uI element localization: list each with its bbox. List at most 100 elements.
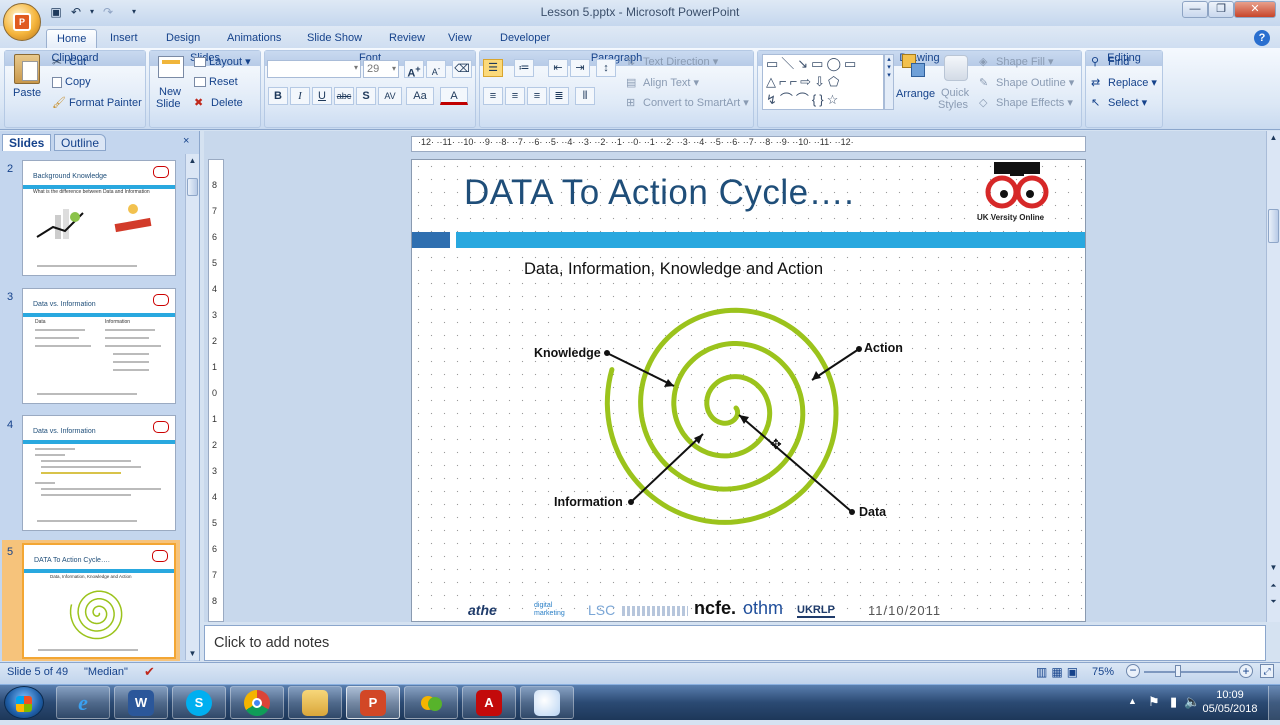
clear-format-icon[interactable]: ⌫ bbox=[452, 60, 472, 78]
normal-view-icon[interactable]: ▥ bbox=[1036, 665, 1051, 679]
tab-design[interactable]: Design bbox=[156, 29, 210, 48]
align-text-button[interactable]: ▤ Align Text ▾ bbox=[626, 76, 699, 90]
bullets-button[interactable]: ☰ bbox=[483, 59, 503, 77]
tab-view[interactable]: View bbox=[438, 29, 482, 48]
layout-button[interactable]: Layout ▾ bbox=[194, 55, 251, 68]
slide-sorter-icon[interactable]: ▦ bbox=[1051, 665, 1066, 679]
character-spacing-button[interactable]: AV bbox=[378, 87, 402, 105]
view-buttons[interactable]: ▥▦▣ bbox=[1036, 665, 1082, 679]
shapes-gallery-scroll[interactable]: ▴ ▾ ▾ bbox=[884, 54, 894, 110]
scroll-up-arrow[interactable]: ▲ bbox=[186, 154, 199, 167]
replace-button[interactable]: ⇄ Replace ▾ bbox=[1091, 76, 1157, 90]
slide-thumb-3[interactable]: Data vs. Information Data Information bbox=[22, 288, 176, 404]
font-size-combo[interactable]: 29 ▾ bbox=[363, 60, 399, 78]
minimize-button[interactable]: — bbox=[1182, 1, 1208, 18]
taskbar-powerpoint[interactable]: P bbox=[346, 686, 400, 719]
taskbar-paint[interactable] bbox=[520, 686, 574, 719]
label-data[interactable]: Data bbox=[859, 505, 886, 519]
font-size-dropdown-icon[interactable]: ▾ bbox=[392, 61, 396, 77]
shape-effects-button[interactable]: ◇ Shape Effects ▾ bbox=[979, 96, 1073, 110]
underline-button[interactable]: U bbox=[312, 87, 332, 105]
taskbar-acrobat[interactable]: A bbox=[462, 686, 516, 719]
paste-button[interactable]: Paste bbox=[10, 52, 44, 112]
new-slide-button[interactable]: New Slide bbox=[154, 52, 190, 112]
font-color-button[interactable]: A bbox=[440, 87, 468, 105]
label-action[interactable]: Action bbox=[864, 341, 903, 355]
notes-pane[interactable]: Click to add notes bbox=[204, 625, 1266, 661]
fit-to-window-icon[interactable]: ⤢ bbox=[1260, 664, 1274, 678]
delete-button[interactable]: ✖ Delete bbox=[194, 96, 243, 110]
change-case-button[interactable]: Aa bbox=[406, 87, 434, 105]
zoom-slider-track[interactable] bbox=[1144, 671, 1238, 673]
arrange-button[interactable]: Arrange bbox=[896, 52, 935, 112]
copy-button[interactable]: Copy bbox=[52, 76, 91, 88]
quick-styles-button[interactable]: Quick Styles bbox=[938, 52, 974, 112]
font-name-combo[interactable]: ▾ bbox=[267, 60, 361, 78]
columns-button[interactable]: ⫴ bbox=[575, 87, 595, 105]
spellcheck-icon[interactable]: ✔ bbox=[144, 664, 155, 680]
canvas-scrollbar[interactable]: ▲ ▼ ⏶ ⏷ bbox=[1266, 131, 1280, 622]
previous-slide-icon[interactable]: ⏶ bbox=[1267, 579, 1280, 592]
close-window-button[interactable]: ✕ bbox=[1234, 1, 1276, 18]
scroll-thumb[interactable] bbox=[1268, 209, 1279, 243]
select-button[interactable]: ↖ Select ▾ bbox=[1091, 96, 1147, 110]
tab-developer[interactable]: Developer bbox=[490, 29, 560, 48]
maximize-button[interactable]: ❐ bbox=[1208, 1, 1234, 18]
zoom-out-icon[interactable]: − bbox=[1126, 664, 1140, 678]
close-panel-icon[interactable]: × bbox=[183, 135, 189, 147]
slide-thumb-4[interactable]: Data vs. Information bbox=[22, 415, 176, 531]
numbering-button[interactable]: ≔ bbox=[514, 59, 534, 77]
tab-review[interactable]: Review bbox=[379, 29, 435, 48]
shrink-font-button[interactable]: A- bbox=[426, 60, 446, 78]
tab-slides[interactable]: Slides bbox=[2, 134, 52, 151]
tab-outline[interactable]: Outline bbox=[54, 134, 107, 151]
slide-show-icon[interactable]: ▣ bbox=[1067, 665, 1082, 679]
scroll-up-arrow[interactable]: ▲ bbox=[1267, 131, 1280, 144]
taskbar-skype[interactable]: S bbox=[172, 686, 226, 719]
taskbar-ie[interactable]: e bbox=[56, 686, 110, 719]
format-painter-button[interactable]: 🖌 Format Painter bbox=[52, 96, 142, 110]
shapes-gallery[interactable]: ▭＼↘▭◯▭ △⌐⌐⇨⇩⬠ ↯⌒⌒{}☆ bbox=[762, 54, 884, 110]
taskbar-chrome[interactable] bbox=[230, 686, 284, 719]
decrease-indent-button[interactable]: ⇤ bbox=[548, 59, 568, 77]
italic-button[interactable]: I bbox=[290, 87, 310, 105]
tab-slide-show[interactable]: Slide Show bbox=[297, 29, 372, 48]
slide-thumb-2[interactable]: Background Knowledge What is the differe… bbox=[22, 160, 176, 276]
taskbar-word[interactable]: W bbox=[114, 686, 168, 719]
convert-smartart-button[interactable]: ⊞ Convert to SmartArt ▾ bbox=[626, 96, 749, 110]
grow-font-button[interactable]: A+ bbox=[404, 60, 424, 80]
shape-fill-button[interactable]: ◈ Shape Fill ▾ bbox=[979, 55, 1054, 69]
panel-scrollbar[interactable]: ▲ ▼ bbox=[185, 154, 199, 660]
justify-button[interactable]: ≣ bbox=[549, 87, 569, 105]
align-left-button[interactable]: ≡ bbox=[483, 87, 503, 105]
show-desktop-button[interactable] bbox=[1268, 686, 1280, 720]
scroll-down-arrow[interactable]: ▼ bbox=[186, 647, 199, 660]
tab-animations[interactable]: Animations bbox=[217, 29, 291, 48]
tab-home[interactable]: Home bbox=[46, 29, 98, 48]
next-slide-icon[interactable]: ⏷ bbox=[1267, 595, 1280, 608]
line-spacing-button[interactable]: ↕ bbox=[596, 59, 616, 77]
notes-placeholder[interactable]: Click to add notes bbox=[214, 635, 329, 651]
shape-outline-button[interactable]: ✎ Shape Outline ▾ bbox=[979, 76, 1074, 90]
office-button[interactable]: P bbox=[3, 3, 41, 41]
scroll-thumb[interactable] bbox=[187, 178, 198, 196]
font-name-dropdown-icon[interactable]: ▾ bbox=[354, 63, 358, 72]
zoom-level[interactable]: 75% bbox=[1092, 666, 1114, 678]
increase-indent-button[interactable]: ⇥ bbox=[570, 59, 590, 77]
reset-button[interactable]: Reset bbox=[194, 76, 238, 88]
bold-button[interactable]: B bbox=[268, 87, 288, 105]
slide[interactable]: DATA To Action Cycle…. UK Versity Online… bbox=[411, 159, 1086, 622]
shadow-button[interactable]: S bbox=[356, 87, 376, 105]
label-knowledge[interactable]: Knowledge bbox=[534, 346, 601, 360]
tab-insert[interactable]: Insert bbox=[100, 29, 148, 48]
taskbar-explorer[interactable] bbox=[288, 686, 342, 719]
spiral-diagram[interactable] bbox=[412, 160, 1086, 622]
zoom-slider-thumb[interactable] bbox=[1175, 665, 1181, 677]
align-right-button[interactable]: ≡ bbox=[527, 87, 547, 105]
taskbar-messenger[interactable] bbox=[404, 686, 458, 719]
find-button[interactable]: ⚲ Find bbox=[1091, 55, 1129, 69]
system-clock[interactable]: 10:09 05/05/2018 bbox=[1196, 688, 1264, 716]
label-information[interactable]: Information bbox=[554, 495, 623, 509]
slide-thumb-5[interactable]: DATA To Action Cycle…. Data, Information… bbox=[22, 543, 176, 659]
text-direction-button[interactable]: ⇅ Text Direction ▾ bbox=[626, 55, 718, 69]
